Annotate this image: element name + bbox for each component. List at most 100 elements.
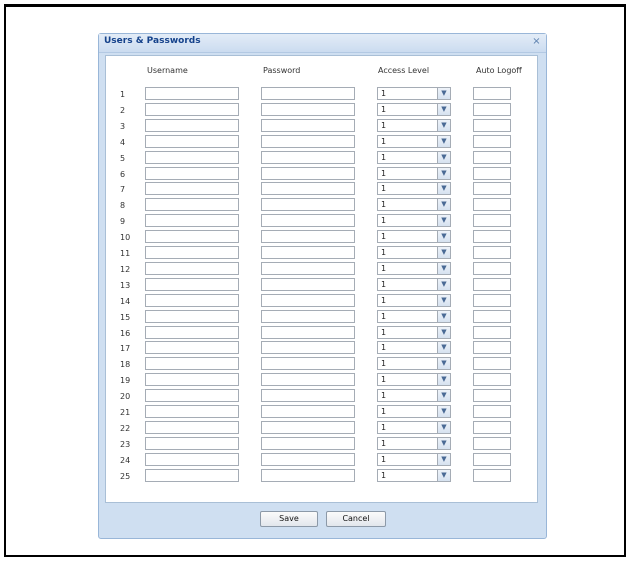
- password-field[interactable]: [261, 103, 355, 116]
- auto-logoff-field[interactable]: [473, 151, 511, 164]
- chevron-down-icon[interactable]: ▼: [437, 104, 450, 115]
- chevron-down-icon[interactable]: ▼: [437, 406, 450, 417]
- username-field[interactable]: [145, 103, 239, 116]
- password-field[interactable]: [261, 389, 355, 402]
- chevron-down-icon[interactable]: ▼: [437, 358, 450, 369]
- chevron-down-icon[interactable]: ▼: [437, 342, 450, 353]
- password-field[interactable]: [261, 198, 355, 211]
- username-field[interactable]: [145, 214, 239, 227]
- auto-logoff-field[interactable]: [473, 246, 511, 259]
- chevron-down-icon[interactable]: ▼: [437, 152, 450, 163]
- chevron-down-icon[interactable]: ▼: [437, 199, 450, 210]
- auto-logoff-field[interactable]: [473, 135, 511, 148]
- auto-logoff-field[interactable]: [473, 167, 511, 180]
- access-level-select[interactable]: 1 ▼: [377, 405, 451, 418]
- password-field[interactable]: [261, 421, 355, 434]
- username-field[interactable]: [145, 135, 239, 148]
- username-field[interactable]: [145, 421, 239, 434]
- username-field[interactable]: [145, 278, 239, 291]
- password-field[interactable]: [261, 357, 355, 370]
- password-field[interactable]: [261, 135, 355, 148]
- username-field[interactable]: [145, 357, 239, 370]
- chevron-down-icon[interactable]: ▼: [437, 247, 450, 258]
- chevron-down-icon[interactable]: ▼: [437, 88, 450, 99]
- password-field[interactable]: [261, 87, 355, 100]
- username-field[interactable]: [145, 151, 239, 164]
- username-field[interactable]: [145, 230, 239, 243]
- auto-logoff-field[interactable]: [473, 469, 511, 482]
- auto-logoff-field[interactable]: [473, 230, 511, 243]
- username-field[interactable]: [145, 373, 239, 386]
- password-field[interactable]: [261, 469, 355, 482]
- username-field[interactable]: [145, 87, 239, 100]
- password-field[interactable]: [261, 167, 355, 180]
- auto-logoff-field[interactable]: [473, 437, 511, 450]
- chevron-down-icon[interactable]: ▼: [437, 311, 450, 322]
- auto-logoff-field[interactable]: [473, 87, 511, 100]
- username-field[interactable]: [145, 294, 239, 307]
- chevron-down-icon[interactable]: ▼: [437, 422, 450, 433]
- password-field[interactable]: [261, 151, 355, 164]
- auto-logoff-field[interactable]: [473, 453, 511, 466]
- access-level-select[interactable]: 1 ▼: [377, 262, 451, 275]
- chevron-down-icon[interactable]: ▼: [437, 438, 450, 449]
- auto-logoff-field[interactable]: [473, 294, 511, 307]
- access-level-select[interactable]: 1 ▼: [377, 230, 451, 243]
- chevron-down-icon[interactable]: ▼: [437, 454, 450, 465]
- password-field[interactable]: [261, 453, 355, 466]
- auto-logoff-field[interactable]: [473, 103, 511, 116]
- password-field[interactable]: [261, 119, 355, 132]
- close-icon[interactable]: ×: [531, 36, 542, 47]
- username-field[interactable]: [145, 310, 239, 323]
- chevron-down-icon[interactable]: ▼: [437, 168, 450, 179]
- password-field[interactable]: [261, 310, 355, 323]
- access-level-select[interactable]: 1 ▼: [377, 421, 451, 434]
- username-field[interactable]: [145, 326, 239, 339]
- auto-logoff-field[interactable]: [473, 198, 511, 211]
- username-field[interactable]: [145, 246, 239, 259]
- access-level-select[interactable]: 1 ▼: [377, 103, 451, 116]
- username-field[interactable]: [145, 389, 239, 402]
- password-field[interactable]: [261, 294, 355, 307]
- chevron-down-icon[interactable]: ▼: [437, 263, 450, 274]
- password-field[interactable]: [261, 262, 355, 275]
- auto-logoff-field[interactable]: [473, 214, 511, 227]
- access-level-select[interactable]: 1 ▼: [377, 453, 451, 466]
- access-level-select[interactable]: 1 ▼: [377, 437, 451, 450]
- access-level-select[interactable]: 1 ▼: [377, 182, 451, 195]
- auto-logoff-field[interactable]: [473, 357, 511, 370]
- password-field[interactable]: [261, 437, 355, 450]
- password-field[interactable]: [261, 214, 355, 227]
- username-field[interactable]: [145, 453, 239, 466]
- access-level-select[interactable]: 1 ▼: [377, 310, 451, 323]
- auto-logoff-field[interactable]: [473, 389, 511, 402]
- auto-logoff-field[interactable]: [473, 278, 511, 291]
- password-field[interactable]: [261, 373, 355, 386]
- access-level-select[interactable]: 1 ▼: [377, 341, 451, 354]
- access-level-select[interactable]: 1 ▼: [377, 151, 451, 164]
- auto-logoff-field[interactable]: [473, 341, 511, 354]
- access-level-select[interactable]: 1 ▼: [377, 326, 451, 339]
- auto-logoff-field[interactable]: [473, 373, 511, 386]
- auto-logoff-field[interactable]: [473, 182, 511, 195]
- chevron-down-icon[interactable]: ▼: [437, 390, 450, 401]
- chevron-down-icon[interactable]: ▼: [437, 183, 450, 194]
- chevron-down-icon[interactable]: ▼: [437, 120, 450, 131]
- auto-logoff-field[interactable]: [473, 421, 511, 434]
- password-field[interactable]: [261, 278, 355, 291]
- access-level-select[interactable]: 1 ▼: [377, 167, 451, 180]
- access-level-select[interactable]: 1 ▼: [377, 119, 451, 132]
- access-level-select[interactable]: 1 ▼: [377, 198, 451, 211]
- access-level-select[interactable]: 1 ▼: [377, 214, 451, 227]
- password-field[interactable]: [261, 182, 355, 195]
- auto-logoff-field[interactable]: [473, 262, 511, 275]
- username-field[interactable]: [145, 469, 239, 482]
- access-level-select[interactable]: 1 ▼: [377, 135, 451, 148]
- dialog-titlebar[interactable]: Users & Passwords ×: [99, 34, 546, 53]
- password-field[interactable]: [261, 341, 355, 354]
- auto-logoff-field[interactable]: [473, 310, 511, 323]
- username-field[interactable]: [145, 437, 239, 450]
- username-field[interactable]: [145, 405, 239, 418]
- username-field[interactable]: [145, 262, 239, 275]
- access-level-select[interactable]: 1 ▼: [377, 87, 451, 100]
